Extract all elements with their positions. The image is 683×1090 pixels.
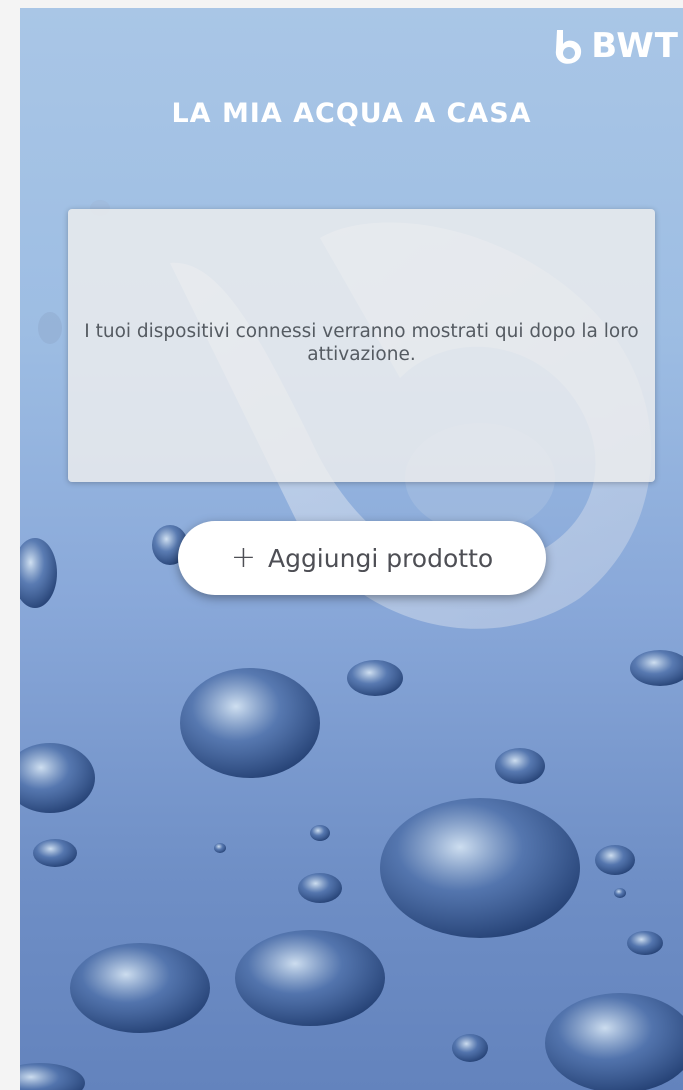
bwt-logo: BWT xyxy=(529,22,679,70)
empty-state-message: I tuoi dispositivi connessi verranno mos… xyxy=(84,320,639,365)
bwt-drop-icon xyxy=(556,30,582,64)
brand-name: BWT xyxy=(591,26,679,66)
plus-icon: + xyxy=(230,540,256,575)
add-product-label: Aggiungi prodotto xyxy=(267,543,494,573)
app-screen: BWT LA MIA ACQUA A CASA I tuoi dispositi… xyxy=(20,8,683,1090)
devices-empty-card: I tuoi dispositivi connessi verranno mos… xyxy=(68,209,655,482)
add-product-button[interactable]: + Aggiungi prodotto xyxy=(178,521,546,595)
page-title: LA MIA ACQUA A CASA xyxy=(171,98,532,129)
